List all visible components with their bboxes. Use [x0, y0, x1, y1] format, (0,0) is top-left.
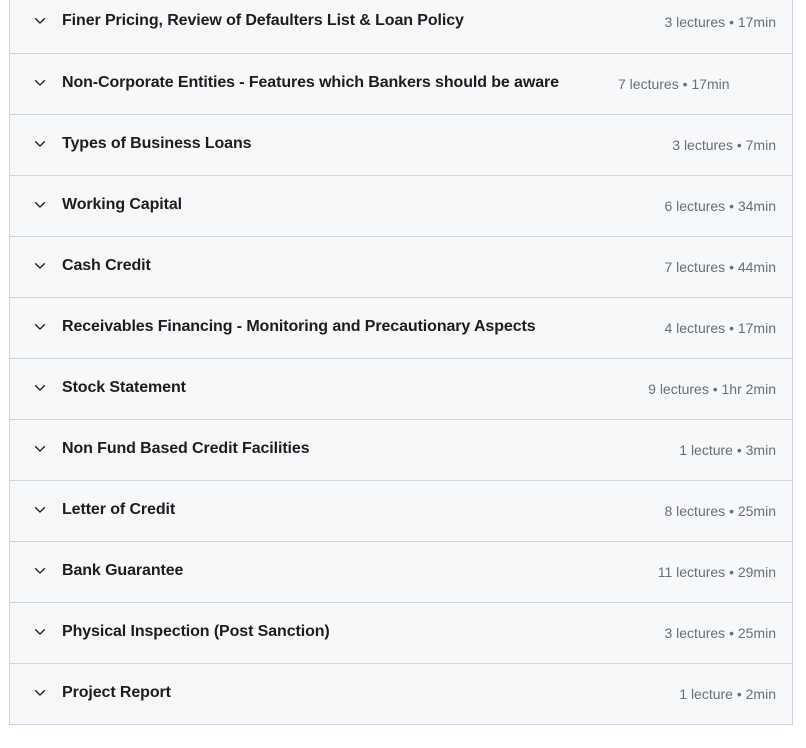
section-meta: 4 lectures • 17min [664, 320, 776, 336]
section-title: Project Report [62, 684, 171, 701]
chevron-down-icon[interactable] [30, 194, 50, 216]
curriculum-section-header[interactable]: Types of Business Loans 3 lectures • 7min [10, 114, 792, 175]
section-title: Finer Pricing, Review of Defaulters List… [62, 12, 464, 29]
chevron-down-icon[interactable] [30, 72, 50, 94]
section-title: Receivables Financing - Monitoring and P… [62, 318, 536, 335]
curriculum-section-header[interactable]: Non-Corporate Entities - Features which … [10, 53, 792, 114]
curriculum-section-header[interactable]: Working Capital 6 lectures • 34min [10, 175, 792, 236]
section-meta: 1 lecture • 2min [679, 686, 776, 702]
section-meta: 7 lectures • 17min [618, 76, 730, 92]
curriculum-accordion: Finer Pricing, Review of Defaulters List… [9, 0, 793, 725]
curriculum-section-header[interactable]: Project Report 1 lecture • 2min [10, 663, 792, 724]
chevron-down-icon[interactable] [30, 133, 50, 155]
chevron-down-icon[interactable] [30, 621, 50, 643]
curriculum-section-header[interactable]: Letter of Credit 8 lectures • 25min [10, 480, 792, 541]
section-title: Physical Inspection (Post Sanction) [62, 623, 330, 640]
chevron-down-icon[interactable] [30, 316, 50, 338]
section-title: Letter of Credit [62, 501, 176, 518]
curriculum-section-header[interactable]: Cash Credit 7 lectures • 44min [10, 236, 792, 297]
curriculum-section-header[interactable]: Non Fund Based Credit Facilities 1 lectur… [10, 419, 792, 480]
section-title: Stock Statement [62, 379, 186, 396]
section-meta: 1 lecture • 3min [679, 442, 776, 458]
section-meta: 9 lectures • 1hr 2min [648, 381, 776, 397]
section-title: Bank Guarantee [62, 562, 184, 579]
section-title: Non Fund Based Credit Facilities [62, 440, 310, 457]
curriculum-section-header[interactable]: Finer Pricing, Review of Defaulters List… [10, 0, 792, 53]
section-title: Types of Business Loans [62, 135, 252, 152]
curriculum-section-header[interactable]: Receivables Financing - Monitoring and P… [10, 297, 792, 358]
curriculum-section-header[interactable]: Physical Inspection (Post Sanction) 3 lec… [10, 602, 792, 663]
section-title: Non-Corporate Entities - Features which … [62, 74, 559, 91]
chevron-down-icon[interactable] [30, 438, 50, 460]
curriculum-section-header[interactable]: Bank Guarantee 11 lectures • 29min [10, 541, 792, 602]
chevron-down-icon[interactable] [30, 560, 50, 582]
chevron-down-icon[interactable] [30, 255, 50, 277]
section-meta: 3 lectures • 17min [664, 14, 776, 30]
chevron-down-icon[interactable] [30, 499, 50, 521]
section-meta: 3 lectures • 25min [664, 625, 776, 641]
chevron-down-icon[interactable] [30, 682, 50, 704]
section-title: Working Capital [62, 196, 182, 213]
section-meta: 6 lectures • 34min [664, 198, 776, 214]
chevron-down-icon[interactable] [30, 10, 50, 32]
section-meta: 7 lectures • 44min [664, 259, 776, 275]
section-meta: 8 lectures • 25min [664, 503, 776, 519]
chevron-down-icon[interactable] [30, 377, 50, 399]
section-title: Cash Credit [62, 257, 151, 274]
section-meta: 11 lectures • 29min [657, 564, 776, 580]
curriculum-section-header[interactable]: Stock Statement 9 lectures • 1hr 2min [10, 358, 792, 419]
section-meta: 3 lectures • 7min [672, 137, 776, 153]
